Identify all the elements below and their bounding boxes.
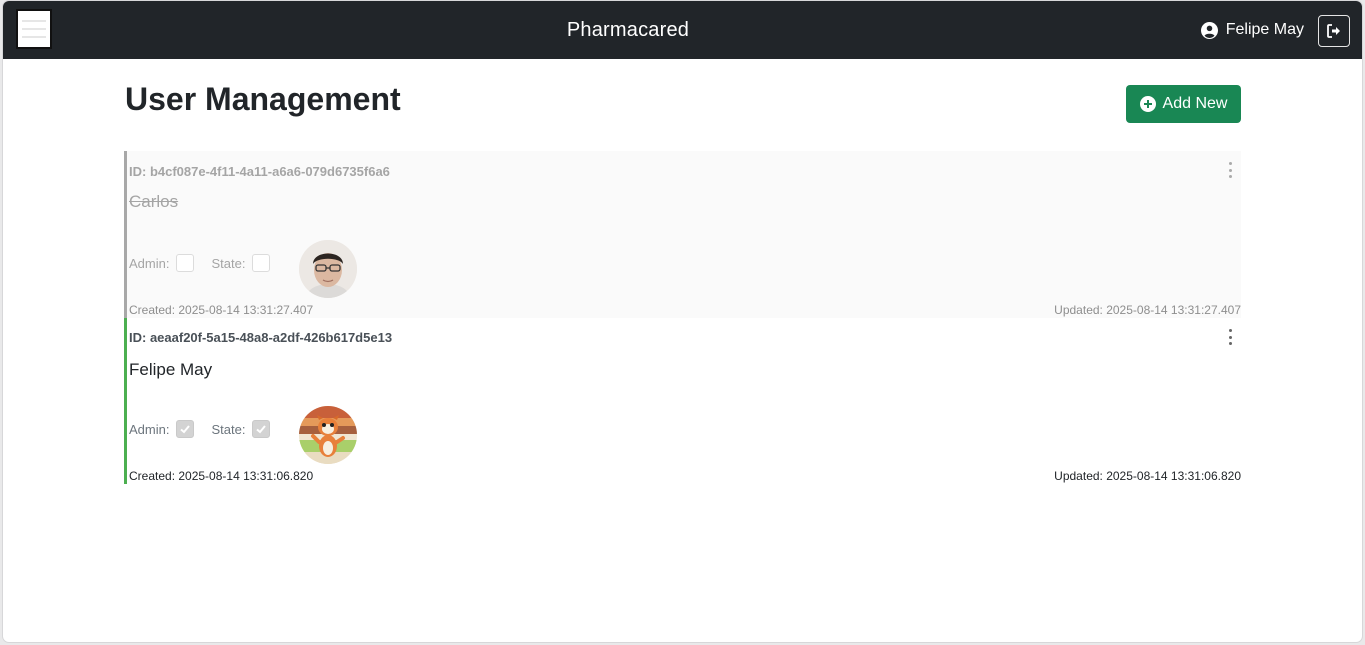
user-name: Felipe May <box>129 360 213 379</box>
logout-button[interactable] <box>1318 15 1350 47</box>
add-new-button[interactable]: Add New <box>1126 85 1241 123</box>
check-icon <box>180 425 191 434</box>
state-checkbox[interactable] <box>252 254 271 272</box>
created-timestamp: Created: 2025-08-14 13:31:06.820 <box>129 469 314 483</box>
user-name: Carlos <box>129 192 179 211</box>
admin-label: Admin: <box>129 421 170 437</box>
user-name: Felipe May <box>1225 21 1304 38</box>
avatar <box>299 240 357 298</box>
admin-checkbox[interactable] <box>176 420 195 438</box>
user-circle-icon <box>1200 21 1218 39</box>
app-brand[interactable]: Pharmacared <box>3 19 1253 42</box>
kebab-icon[interactable] <box>1227 329 1233 345</box>
updated-timestamp: Updated: 2025-08-14 13:31:27.407 <box>1054 303 1241 317</box>
add-new-label: Add New <box>1162 95 1228 112</box>
check-icon <box>256 425 267 434</box>
state-label: State: <box>211 255 246 271</box>
user-flags: Admin: State: <box>129 254 287 272</box>
admin-label: Admin: <box>129 255 170 271</box>
top-navbar: Pharmacared Felipe May <box>3 1 1362 59</box>
user-menu[interactable]: Felipe May <box>1200 21 1304 39</box>
state-checkbox[interactable] <box>252 420 271 438</box>
user-flags: Admin: State: <box>129 420 287 438</box>
app-window: Pharmacared Felipe May User Management A… <box>3 1 1362 642</box>
user-id: ID: b4cf087e-4f11-4a11-a6a6-079d6735f6a6 <box>129 164 390 179</box>
plus-circle-icon <box>1139 96 1156 112</box>
user-id: ID: aeaaf20f-5a15-48a8-a2df-426b617d5e13 <box>129 330 393 345</box>
user-card: ID: aeaaf20f-5a15-48a8-a2df-426b617d5e13… <box>124 318 1241 484</box>
avatar <box>299 406 357 464</box>
admin-checkbox[interactable] <box>176 254 195 272</box>
logout-icon <box>1327 24 1340 38</box>
updated-timestamp: Updated: 2025-08-14 13:31:06.820 <box>1054 469 1241 483</box>
created-timestamp: Created: 2025-08-14 13:31:27.407 <box>129 303 314 317</box>
kebab-icon[interactable] <box>1227 162 1233 178</box>
page-title: User Management <box>125 81 401 117</box>
user-card: ID: b4cf087e-4f11-4a11-a6a6-079d6735f6a6… <box>124 151 1241 318</box>
state-label: State: <box>211 421 246 437</box>
